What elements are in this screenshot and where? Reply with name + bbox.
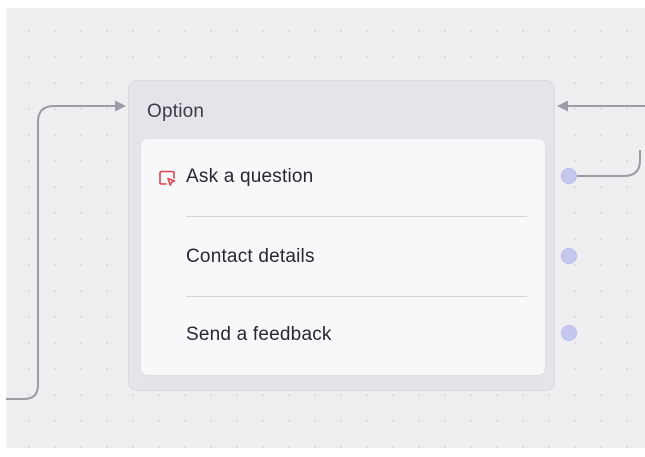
options-list: Ask a question Contact details Send a fe…	[141, 139, 545, 375]
option-send-a-feedback[interactable]: Send a feedback	[141, 315, 545, 355]
option-label: Send a feedback	[186, 324, 332, 345]
option-contact-details[interactable]: Contact details	[141, 237, 545, 277]
option-node[interactable]: Option Ask a question Contact details Se…	[128, 80, 555, 391]
output-handle-option-1[interactable]	[561, 168, 577, 184]
node-title: Option	[147, 101, 205, 122]
option-ask-a-question[interactable]: Ask a question	[141, 157, 545, 197]
option-divider	[186, 296, 527, 297]
option-label: Ask a question	[186, 166, 314, 187]
output-handle-option-2[interactable]	[561, 248, 577, 264]
option-divider	[186, 216, 527, 217]
option-label: Contact details	[186, 246, 315, 267]
output-handle-option-3[interactable]	[561, 325, 577, 341]
message-pointer-icon	[158, 169, 177, 188]
